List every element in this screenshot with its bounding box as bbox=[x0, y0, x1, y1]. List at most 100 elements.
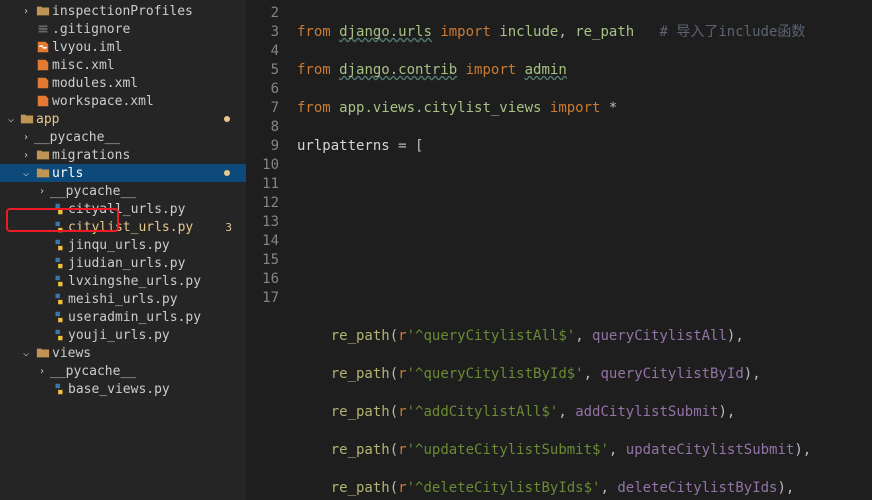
file-explorer-sidebar: › inspectionProfiles .gitignore lvyou.im… bbox=[0, 0, 247, 500]
xml-file-icon bbox=[34, 94, 52, 108]
tree-item-misc-xml[interactable]: misc.xml bbox=[0, 56, 246, 74]
chevron-right-icon: › bbox=[18, 150, 34, 161]
line-number: 15 bbox=[247, 251, 279, 270]
python-file-icon bbox=[50, 382, 68, 396]
code-content[interactable]: from django.urls import include, re_path… bbox=[297, 0, 872, 500]
python-file-icon bbox=[50, 238, 68, 252]
xml-file-icon bbox=[34, 58, 52, 72]
chevron-right-icon: › bbox=[34, 186, 50, 197]
tree-label: jinqu_urls.py bbox=[68, 238, 242, 253]
line-number: 8 bbox=[247, 118, 279, 137]
python-file-icon bbox=[50, 256, 68, 270]
code-line bbox=[297, 289, 872, 308]
tree-label: modules.xml bbox=[52, 76, 242, 91]
chevron-down-icon: ⌵ bbox=[18, 348, 34, 359]
code-line: re_path(r'^deleteCitylistByIds$', delete… bbox=[297, 479, 872, 498]
file-tree: › inspectionProfiles .gitignore lvyou.im… bbox=[0, 0, 246, 398]
line-number: 3 bbox=[247, 23, 279, 42]
code-line bbox=[297, 175, 872, 194]
tree-label: useradmin_urls.py bbox=[68, 310, 242, 325]
tree-label: app bbox=[36, 112, 224, 127]
chevron-right-icon: › bbox=[18, 6, 34, 17]
tree-label: migrations bbox=[52, 148, 242, 163]
python-file-icon bbox=[50, 328, 68, 342]
tree-item-workspace-xml[interactable]: workspace.xml bbox=[0, 92, 246, 110]
python-file-icon bbox=[50, 310, 68, 324]
tree-item-jiudian-urls[interactable]: jiudian_urls.py bbox=[0, 254, 246, 272]
tree-label: views bbox=[52, 346, 242, 361]
tree-label: inspectionProfiles bbox=[52, 4, 242, 19]
tree-label: __pycache__ bbox=[50, 184, 242, 199]
chevron-down-icon: ⌵ bbox=[18, 168, 34, 179]
python-file-icon bbox=[50, 202, 68, 216]
line-number: 5 bbox=[247, 61, 279, 80]
tree-item-modules-xml[interactable]: modules.xml bbox=[0, 74, 246, 92]
line-number: 10 bbox=[247, 156, 279, 175]
line-number: 11 bbox=[247, 175, 279, 194]
line-number: 2 bbox=[247, 4, 279, 23]
tree-item-gitignore[interactable]: .gitignore bbox=[0, 20, 246, 38]
tree-label: meishi_urls.py bbox=[68, 292, 242, 307]
tree-label: base_views.py bbox=[68, 382, 242, 397]
code-line: from app.views.citylist_views import * bbox=[297, 99, 872, 118]
folder-icon bbox=[34, 148, 52, 162]
tree-item-meishi-urls[interactable]: meishi_urls.py bbox=[0, 290, 246, 308]
code-line: from django.urls import include, re_path… bbox=[297, 23, 872, 42]
python-file-icon bbox=[50, 274, 68, 288]
file-icon bbox=[34, 22, 52, 36]
tree-item-citylist-urls[interactable]: citylist_urls.py 3 bbox=[0, 218, 246, 236]
tree-label: citylist_urls.py bbox=[68, 220, 225, 235]
python-file-icon bbox=[50, 292, 68, 306]
code-line bbox=[297, 213, 872, 232]
tree-label: .gitignore bbox=[52, 22, 242, 37]
chevron-down-icon: ⌵ bbox=[4, 114, 18, 125]
tree-label: workspace.xml bbox=[52, 94, 242, 109]
line-number: 6 bbox=[247, 80, 279, 99]
tree-label: misc.xml bbox=[52, 58, 242, 73]
chevron-right-icon: › bbox=[34, 366, 50, 377]
folder-icon bbox=[34, 166, 52, 180]
tree-item-jinqu-urls[interactable]: jinqu_urls.py bbox=[0, 236, 246, 254]
code-line: re_path(r'^queryCitylistAll$', queryCity… bbox=[297, 327, 872, 346]
tree-label: __pycache__ bbox=[34, 130, 242, 145]
tree-item-lvxingshe-urls[interactable]: lvxingshe_urls.py bbox=[0, 272, 246, 290]
folder-icon bbox=[34, 346, 52, 360]
line-number: 12 bbox=[247, 194, 279, 213]
tree-label: urls bbox=[52, 166, 224, 181]
tree-item-lvyou-iml[interactable]: lvyou.iml bbox=[0, 38, 246, 56]
line-number: 4 bbox=[247, 42, 279, 61]
python-file-icon bbox=[50, 220, 68, 234]
folder-icon bbox=[18, 112, 36, 126]
tree-item-migrations[interactable]: › migrations bbox=[0, 146, 246, 164]
tree-item-views[interactable]: ⌵ views bbox=[0, 344, 246, 362]
tree-item-urls[interactable]: ⌵ urls bbox=[0, 164, 246, 182]
tree-item-youji-urls[interactable]: youji_urls.py bbox=[0, 326, 246, 344]
tree-item-cityall-urls[interactable]: cityall_urls.py bbox=[0, 200, 246, 218]
code-line: urlpatterns = [ bbox=[297, 137, 872, 156]
line-number: 14 bbox=[247, 232, 279, 251]
line-gutter: 2 3 4 5 6 7 8 9 10 11 12 13 14 15 16 17 bbox=[247, 0, 297, 500]
xml-file-icon bbox=[34, 76, 52, 90]
tree-label: __pycache__ bbox=[50, 364, 242, 379]
tree-item-urls-pycache[interactable]: › __pycache__ bbox=[0, 182, 246, 200]
tree-label: lvxingshe_urls.py bbox=[68, 274, 242, 289]
tree-label: cityall_urls.py bbox=[68, 202, 242, 217]
line-number: 13 bbox=[247, 213, 279, 232]
code-line: re_path(r'^addCitylistAll$', addCitylist… bbox=[297, 403, 872, 422]
folder-icon bbox=[34, 4, 52, 18]
tree-item-useradmin-urls[interactable]: useradmin_urls.py bbox=[0, 308, 246, 326]
modified-count-badge: 3 bbox=[225, 221, 242, 234]
tree-item-inspectionprofiles[interactable]: › inspectionProfiles bbox=[0, 2, 246, 20]
code-line: re_path(r'^queryCitylistById$', queryCit… bbox=[297, 365, 872, 384]
tree-item-app[interactable]: ⌵ app bbox=[0, 110, 246, 128]
code-line: from django.contrib import admin bbox=[297, 61, 872, 80]
line-number: 17 bbox=[247, 289, 279, 308]
tree-label: jiudian_urls.py bbox=[68, 256, 242, 271]
tree-label: youji_urls.py bbox=[68, 328, 242, 343]
tree-item-app-pycache[interactable]: › __pycache__ bbox=[0, 128, 246, 146]
code-editor[interactable]: 2 3 4 5 6 7 8 9 10 11 12 13 14 15 16 17 … bbox=[247, 0, 872, 500]
tree-item-base-views[interactable]: base_views.py bbox=[0, 380, 246, 398]
line-number: 16 bbox=[247, 270, 279, 289]
tree-item-views-pycache[interactable]: › __pycache__ bbox=[0, 362, 246, 380]
code-line: re_path(r'^updateCitylistSubmit$', updat… bbox=[297, 441, 872, 460]
